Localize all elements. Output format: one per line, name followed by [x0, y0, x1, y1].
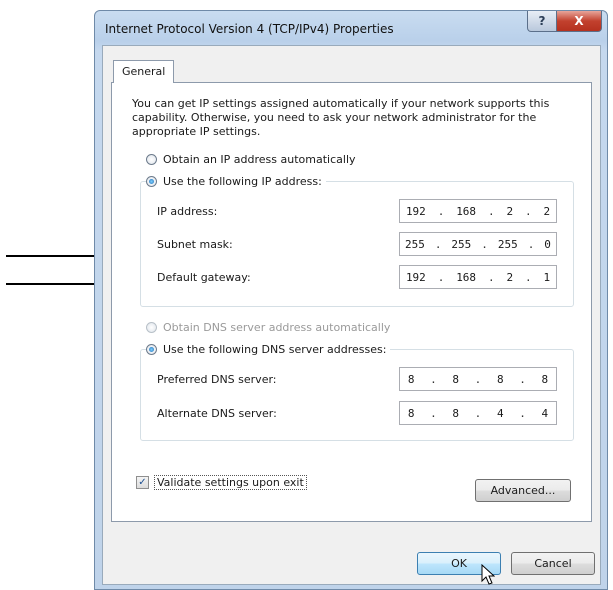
- description-text: You can get IP settings assigned automat…: [132, 97, 550, 138]
- use-following-dns-label: Use the following DNS server addresses:: [163, 343, 387, 356]
- octet: 168: [456, 204, 477, 218]
- octet: 255: [497, 237, 518, 251]
- octet: 8: [541, 372, 549, 386]
- subnet-mask-label: Subnet mask:: [157, 237, 233, 251]
- use-following-dns-radio[interactable]: [146, 344, 157, 355]
- octet: 192: [405, 204, 426, 218]
- octet: 8: [452, 372, 460, 386]
- subnet-mask-row: Subnet mask: 255. 255. 255. 0: [149, 231, 565, 257]
- title-bar[interactable]: Internet Protocol Version 4 (TCP/IPv4) P…: [95, 11, 607, 45]
- mouse-pointer-icon: [481, 564, 495, 585]
- obtain-dns-auto-label: Obtain DNS server address automatically: [163, 321, 391, 334]
- ip-address-row: IP address: 192. 168. 2. 2: [149, 198, 565, 224]
- tab-general[interactable]: General: [113, 60, 175, 83]
- octet: 0: [544, 237, 551, 251]
- octet: 2: [543, 204, 551, 218]
- checkmark-icon: ✓: [138, 477, 147, 488]
- octet: 168: [456, 270, 477, 284]
- obtain-ip-auto-label: Obtain an IP address automatically: [163, 153, 356, 166]
- close-icon: X: [574, 14, 584, 28]
- obtain-ip-auto-option[interactable]: Obtain an IP address automatically: [146, 153, 356, 166]
- obtain-dns-auto-radio[interactable]: [146, 322, 157, 333]
- obtain-ip-auto-radio[interactable]: [146, 154, 157, 165]
- octet: 255: [451, 237, 472, 251]
- alternate-dns-input[interactable]: 8. 8. 4. 4: [399, 401, 557, 425]
- octet: 8: [407, 406, 415, 420]
- cancel-button[interactable]: Cancel: [511, 552, 595, 575]
- cancel-button-label: Cancel: [534, 557, 572, 570]
- octet: 2: [506, 204, 514, 218]
- octet: 8: [496, 372, 504, 386]
- ip-address-input[interactable]: 192. 168. 2. 2: [399, 199, 557, 223]
- dns-server-group: Preferred DNS server: 8. 8. 8. 8 Alterna…: [140, 349, 574, 441]
- use-following-ip-option[interactable]: Use the following IP address:: [146, 175, 326, 188]
- ip-address-group: IP address: 192. 168. 2. 2 Subnet mask: …: [140, 181, 574, 307]
- octet: 1: [543, 270, 551, 284]
- octet: 8: [452, 406, 460, 420]
- help-button[interactable]: ?: [527, 11, 557, 32]
- ok-button-label: OK: [451, 557, 467, 570]
- alternate-dns-label: Alternate DNS server:: [157, 406, 277, 420]
- preferred-dns-row: Preferred DNS server: 8. 8. 8. 8: [149, 366, 565, 392]
- window-title: Internet Protocol Version 4 (TCP/IPv4) P…: [105, 22, 394, 36]
- octet: 2: [506, 270, 514, 284]
- general-tab-panel: You can get IP settings assigned automat…: [111, 82, 592, 522]
- octet: 4: [541, 406, 549, 420]
- use-following-ip-radio[interactable]: [146, 176, 157, 187]
- octet: 192: [405, 270, 426, 284]
- octet: 255: [404, 237, 425, 251]
- use-following-ip-label: Use the following IP address:: [163, 175, 322, 188]
- obtain-dns-auto-option[interactable]: Obtain DNS server address automatically: [146, 321, 390, 334]
- preferred-dns-input[interactable]: 8. 8. 8. 8: [399, 367, 557, 391]
- advanced-button[interactable]: Advanced...: [475, 479, 571, 502]
- default-gateway-input[interactable]: 192. 168. 2. 1: [399, 265, 557, 289]
- octet: 4: [496, 406, 504, 420]
- advanced-button-label: Advanced...: [490, 484, 556, 497]
- octet: 8: [407, 372, 415, 386]
- help-icon: ?: [538, 14, 546, 28]
- subnet-mask-input[interactable]: 255. 255. 255. 0: [399, 232, 557, 256]
- close-button[interactable]: X: [556, 11, 602, 32]
- ipv4-properties-dialog: Internet Protocol Version 4 (TCP/IPv4) P…: [94, 10, 608, 590]
- use-following-dns-option[interactable]: Use the following DNS server addresses:: [146, 343, 391, 356]
- alternate-dns-row: Alternate DNS server: 8. 8. 4. 4: [149, 400, 565, 426]
- default-gateway-row: Default gateway: 192. 168. 2. 1: [149, 264, 565, 290]
- validate-settings-label: Validate settings upon exit: [154, 475, 307, 490]
- dialog-client-area: General You can get IP settings assigned…: [102, 45, 601, 585]
- validate-settings-checkbox[interactable]: ✓: [136, 476, 149, 489]
- validate-settings-option[interactable]: ✓ Validate settings upon exit: [136, 475, 307, 490]
- ip-address-label: IP address:: [157, 204, 218, 218]
- default-gateway-label: Default gateway:: [157, 270, 251, 284]
- preferred-dns-label: Preferred DNS server:: [157, 372, 277, 386]
